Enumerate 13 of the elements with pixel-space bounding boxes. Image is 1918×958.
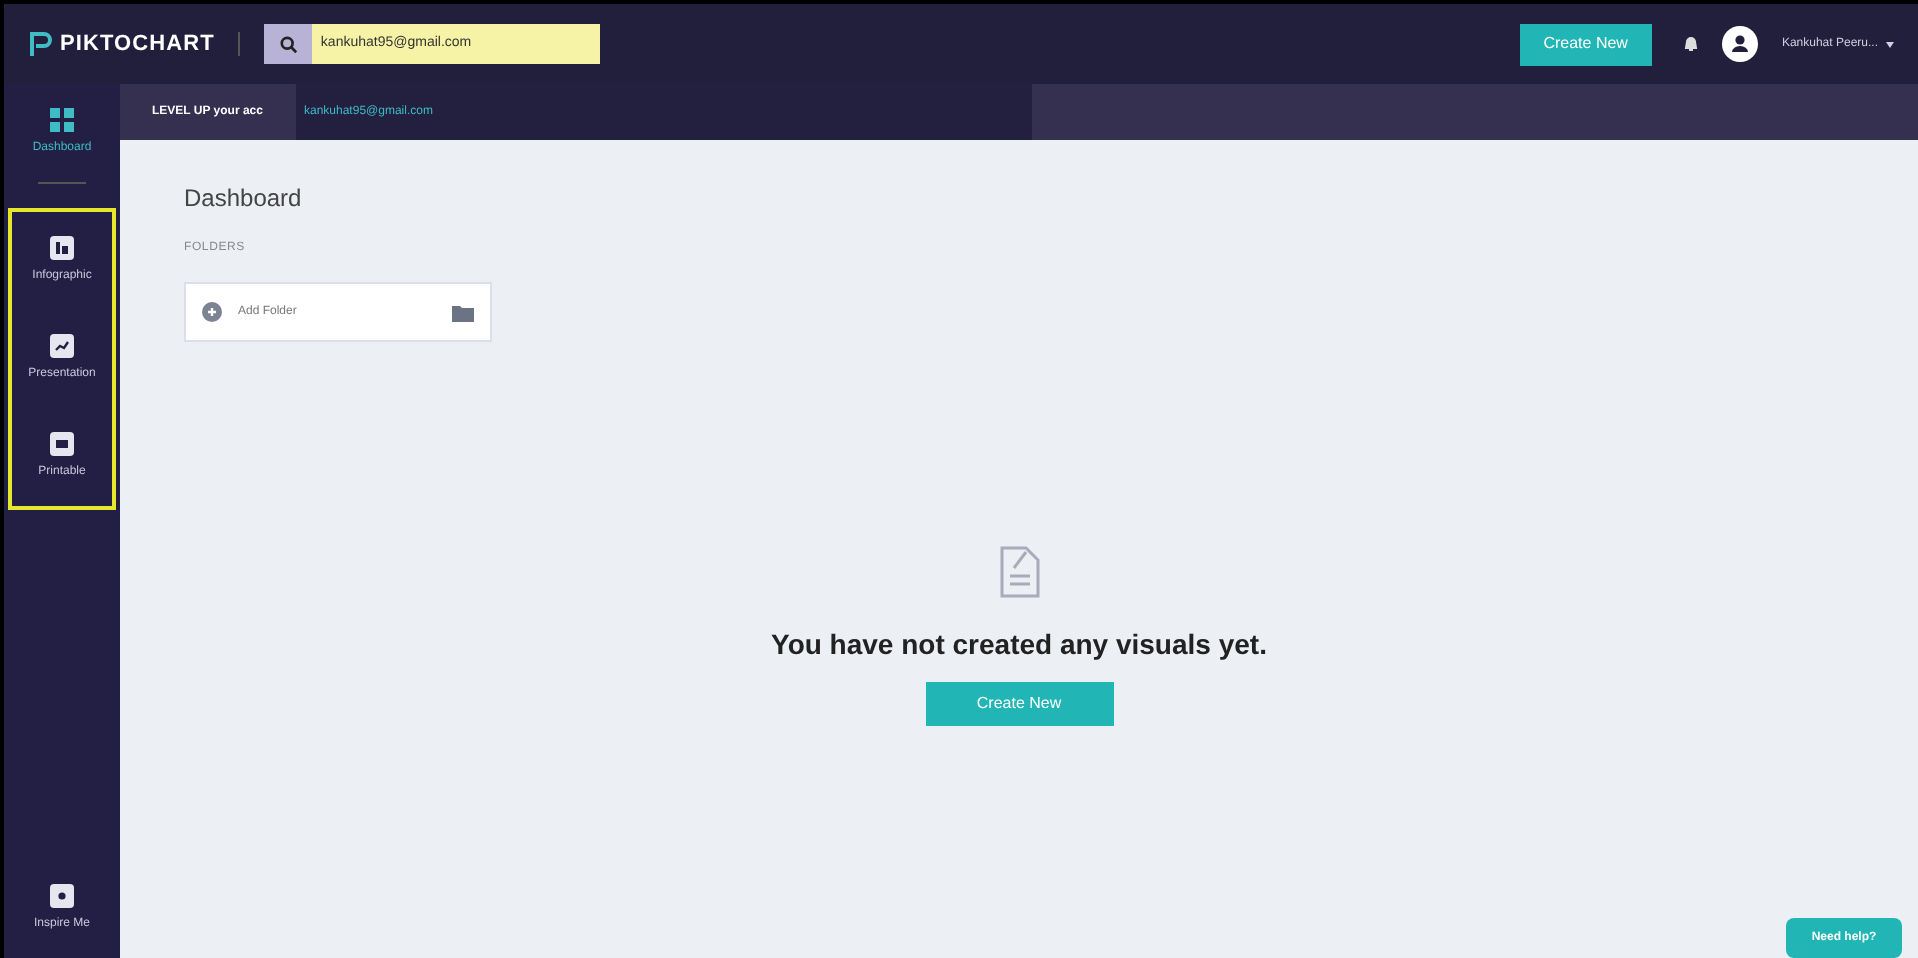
plus-icon bbox=[202, 302, 222, 322]
search-icon bbox=[279, 35, 298, 53]
logo: PIKTOCHART bbox=[60, 29, 215, 60]
empty-message: You have not created any visuals yet. bbox=[771, 626, 1267, 664]
logo-icon bbox=[28, 30, 52, 58]
grid-icon bbox=[50, 108, 74, 132]
avatar-icon[interactable] bbox=[1721, 26, 1758, 62]
bell-icon[interactable] bbox=[1683, 36, 1698, 52]
document-icon bbox=[997, 544, 1041, 600]
caret-icon bbox=[1886, 41, 1894, 47]
page-title: Dashboard bbox=[184, 182, 304, 216]
square-icon bbox=[50, 884, 74, 908]
chart-icon bbox=[50, 334, 74, 358]
